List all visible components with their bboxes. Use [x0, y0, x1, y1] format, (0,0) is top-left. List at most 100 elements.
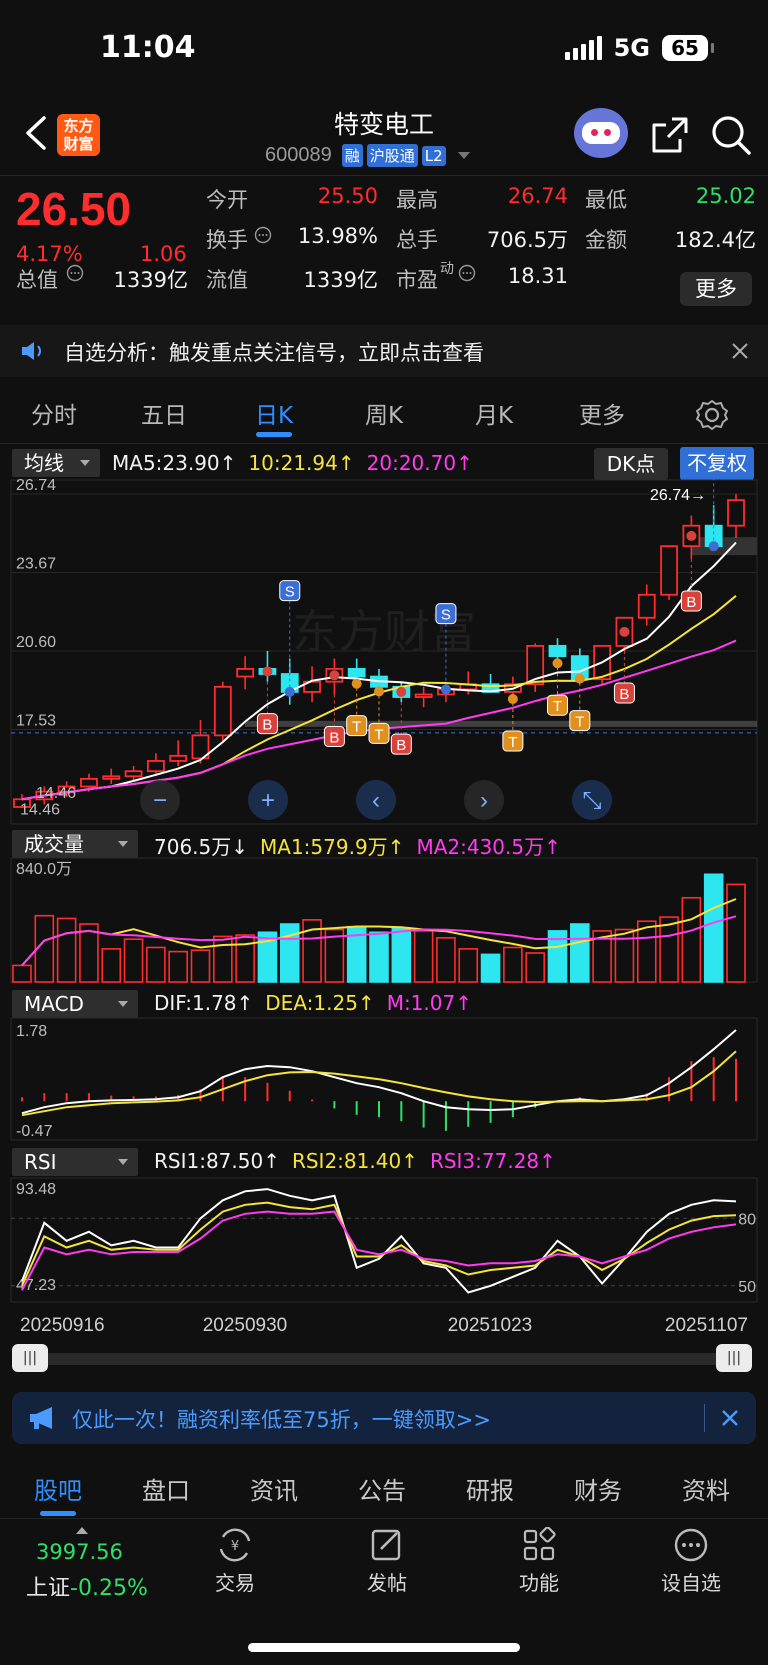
- volume-bar: [12, 964, 32, 983]
- tab-profile[interactable]: 资料: [666, 1471, 746, 1506]
- rsi-ref-low-label: 50: [738, 1279, 756, 1296]
- price-tick-label: 23.67: [16, 556, 56, 573]
- label-low: 最低: [585, 188, 627, 212]
- tab-daily-k[interactable]: 日K: [234, 396, 314, 430]
- volume-bar: [235, 934, 255, 983]
- macd-bottom-tick: -0.47: [16, 1123, 53, 1140]
- range-slider-track[interactable]: [22, 1353, 748, 1365]
- ma20-value: 20:20.70↑: [366, 451, 473, 475]
- kline-chart[interactable]: 东方财富26.7423.6720.6017.5326.74→14.4614.46…: [0, 478, 768, 1338]
- volume-bar: [413, 930, 434, 983]
- notice-bar[interactable]: 自选分析：触发重点关注信号，立即点击查看: [0, 325, 768, 377]
- tab-more[interactable]: 更多: [562, 396, 642, 430]
- chevron-right-icon-glyph: ›: [480, 787, 488, 814]
- tab-research[interactable]: 研报: [450, 1471, 530, 1506]
- share-icon[interactable]: [650, 115, 690, 155]
- pe-superscript: 动: [440, 261, 454, 277]
- functions-button[interactable]: 功能: [494, 1527, 584, 1596]
- post-button[interactable]: 发帖: [342, 1527, 432, 1596]
- trade-label: 交易: [215, 1571, 255, 1595]
- adjust-button[interactable]: 不复权: [680, 447, 754, 480]
- stock-code: 600089: [265, 144, 332, 166]
- value-open: 25.50: [317, 184, 378, 208]
- chevron-up-icon: [76, 1527, 88, 1534]
- close-icon[interactable]: [718, 1406, 742, 1430]
- dk-point-button[interactable]: DK点: [594, 448, 668, 480]
- more-dots-icon: [674, 1528, 708, 1562]
- value-volume: 706.5万: [486, 228, 568, 252]
- candle-body: [414, 693, 433, 698]
- value-pe: 18.31: [507, 264, 568, 288]
- candle-body: [548, 644, 567, 658]
- info-icon[interactable]: [458, 264, 476, 282]
- label-market-cap: 总值: [16, 268, 58, 292]
- tab-financials[interactable]: 财务: [558, 1471, 638, 1506]
- buy-marker-label: B: [619, 686, 629, 703]
- promo-banner[interactable]: 仅此一次！融资利率低至75折，一键领取>>: [12, 1392, 756, 1444]
- tab-order-book[interactable]: 盘口: [126, 1471, 206, 1506]
- signal-dot: [507, 694, 518, 705]
- signal-dot: [396, 686, 407, 697]
- search-icon[interactable]: [710, 114, 752, 156]
- volume-bar: [279, 923, 300, 983]
- resistance-band: [692, 537, 757, 556]
- info-icon[interactable]: [66, 264, 84, 282]
- stock-code-row[interactable]: 600089 融 沪股通 L2: [265, 144, 470, 167]
- grid-icon: [523, 1527, 556, 1561]
- price-tick-label: 20.60: [16, 634, 56, 651]
- tab-five-day[interactable]: 五日: [124, 396, 204, 430]
- rsi-line-1: [21, 1188, 737, 1294]
- status-time: 11:04: [100, 30, 196, 65]
- quote-panel: 26.50 4.17% 1.06 今开 25.50 最高 26.74 最低 25…: [0, 175, 768, 315]
- active-tab-indicator: [40, 1511, 76, 1516]
- volume-bar: [213, 935, 233, 983]
- range-end-handle[interactable]: |||: [716, 1344, 752, 1372]
- signal-dot: [552, 658, 563, 669]
- t-marker-label: T: [374, 726, 383, 743]
- volume-bar: [168, 950, 188, 983]
- tab-forum[interactable]: 股吧: [18, 1471, 98, 1506]
- value-float-cap: 1339亿: [303, 268, 378, 292]
- candle-body: [146, 760, 165, 773]
- gear-icon[interactable]: [695, 398, 729, 432]
- candle-body: [124, 770, 143, 778]
- period-tabs: 分时 五日 日K 周K 月K 更多: [0, 378, 768, 444]
- post-label: 发帖: [367, 1571, 407, 1595]
- label-pe: 市盈: [396, 268, 438, 292]
- candle-body: [727, 499, 745, 527]
- edit-icon: [371, 1529, 401, 1561]
- index-value[interactable]: 3997.56: [36, 1540, 123, 1564]
- value-low: 25.02: [695, 184, 756, 208]
- tag-l2: L2: [421, 145, 446, 166]
- tab-weekly-k[interactable]: 周K: [344, 396, 424, 430]
- status-indicators: 5G 65: [564, 34, 714, 62]
- volume-bar: [525, 952, 545, 983]
- tab-intraday[interactable]: 分时: [14, 396, 94, 430]
- info-icon[interactable]: [254, 226, 272, 244]
- rsi-ref-high-label: 80: [738, 1211, 756, 1228]
- volume-bar: [369, 931, 389, 983]
- support-band: [245, 720, 757, 727]
- close-icon[interactable]: [728, 339, 752, 363]
- tab-monthly-k[interactable]: 月K: [454, 396, 534, 430]
- assistant-avatar[interactable]: [574, 108, 628, 158]
- t-marker-label: T: [575, 714, 584, 731]
- volume-bar: [570, 923, 590, 983]
- ma-indicator-select[interactable]: 均线: [12, 449, 100, 477]
- more-button[interactable]: 更多: [680, 272, 752, 306]
- t-marker-label: T: [352, 719, 361, 736]
- trade-button[interactable]: ¥ 交易: [190, 1527, 280, 1596]
- volume-bar: [703, 873, 724, 983]
- ma10-value: 10:21.94↑: [248, 451, 355, 475]
- tab-announcements[interactable]: 公告: [342, 1471, 422, 1506]
- current-price: 26.50: [16, 183, 132, 235]
- volume-bar: [480, 953, 501, 983]
- index-label[interactable]: 上证-0.25%: [26, 1570, 148, 1602]
- range-start-handle[interactable]: |||: [12, 1344, 48, 1372]
- candle-body: [80, 777, 98, 788]
- volume-bar: [190, 949, 211, 983]
- macd-top-tick: 1.78: [16, 1023, 47, 1040]
- buy-marker-label: B: [329, 729, 339, 746]
- add-watchlist-button[interactable]: 设自选: [646, 1527, 736, 1596]
- tab-news[interactable]: 资讯: [234, 1471, 314, 1506]
